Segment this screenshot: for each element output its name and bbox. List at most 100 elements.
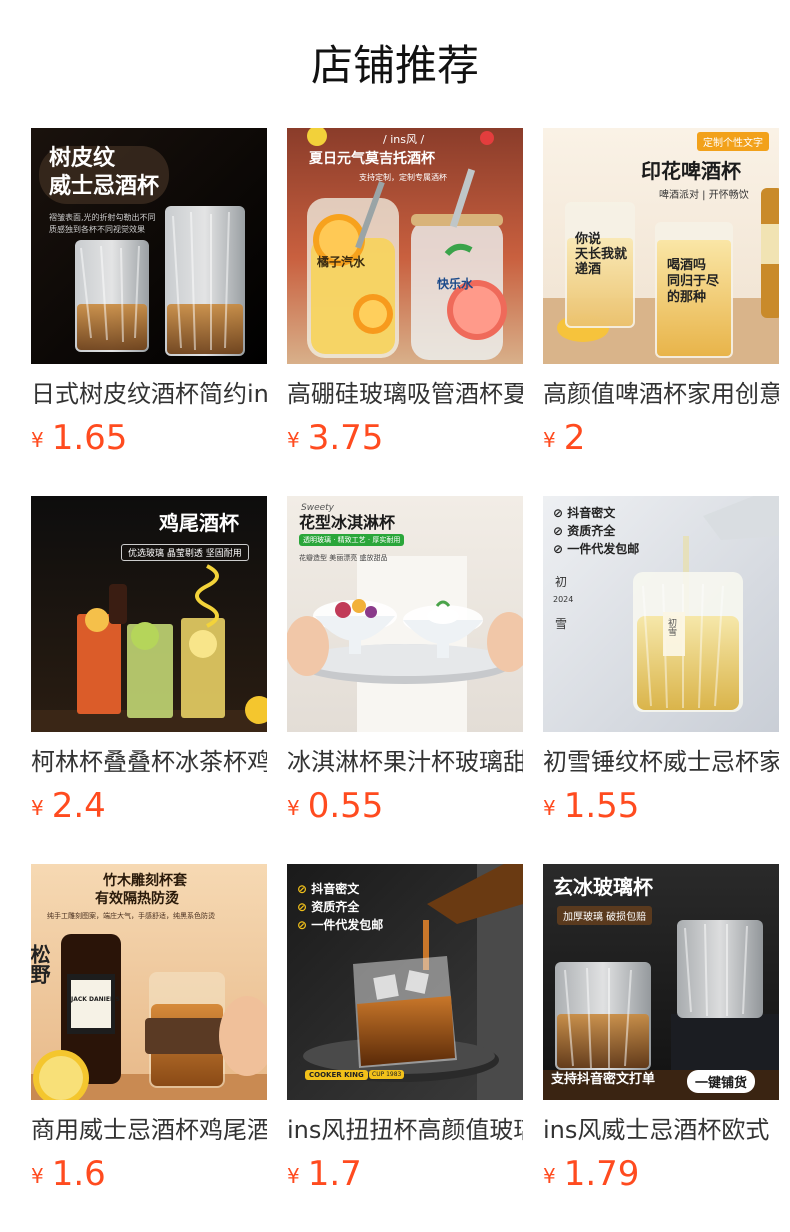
image-title-line-1: 树皮纹	[49, 146, 116, 171]
product-card-8[interactable]: ⊘ 抖音密文 ⊘ 资质齐全 ⊘ 一件代发包邮 COOKER KING CUP 1…	[287, 864, 523, 1194]
currency-symbol: ¥	[543, 796, 556, 820]
check-list: ⊘ 抖音密文 ⊘ 资质齐全 ⊘ 一件代发包邮	[553, 504, 639, 558]
product-image-1[interactable]: 树皮纹 威士忌酒杯 褶皱表面,光的折射勾勒出不同 质感独到各杯不同视觉效果	[31, 128, 267, 364]
check-circle-icon: ⊘	[553, 542, 564, 556]
cup-text-right: 喝酒吗 同归于尽 的那种	[667, 258, 720, 305]
product-card-4[interactable]: 鸡尾酒杯 优选玻璃 晶莹剔透 坚固耐用 柯林杯叠叠杯冰茶杯鸡尾 ¥2.4	[31, 496, 267, 826]
product-name[interactable]: 日式树皮纹酒杯简约ins	[31, 378, 267, 410]
side-text: 初	[555, 575, 568, 589]
price-value: 1.6	[51, 1154, 106, 1194]
cup-text-left: 橘子汽水	[317, 255, 366, 269]
image-subtitle: 支持定制，定制专属酒杯	[359, 173, 447, 182]
image-title-line-2: 威士忌酒杯	[49, 174, 160, 199]
product-card-7[interactable]: 竹木雕刻杯套 有效隔热防烫 纯手工雕刻图案，端庄大气，手感舒适，纯黑系色防烫 松…	[31, 864, 267, 1194]
product-image-9[interactable]: 玄冰玻璃杯 加厚玻璃 破损包赔 支持抖音密文打单 一键铺货	[543, 864, 779, 1100]
cup-label: 初雪	[666, 618, 676, 636]
product-price: ¥1.6	[31, 1154, 106, 1194]
image-subtitle: 啤酒派对 | 开怀畅饮	[659, 190, 749, 201]
product-card-5[interactable]: Sweety 花型冰淇淋杯 透明玻璃 · 精致工艺 · 厚实耐用 花瓣造型 美丽…	[287, 496, 523, 826]
check-circle-icon: ⊘	[553, 524, 564, 538]
image-title-line-1: 竹木雕刻杯套	[103, 873, 187, 889]
price-value: 3.75	[307, 418, 384, 458]
image-subtitle: 加厚玻璃 破损包赔	[557, 906, 653, 925]
product-image-3[interactable]: 定制个性文字 印花啤酒杯 啤酒派对 | 开怀畅饮 你说 天长我就 递酒 喝酒吗 …	[543, 128, 779, 364]
product-price: ¥3.75	[287, 418, 383, 458]
product-image-6[interactable]: ⊘ 抖音密文 ⊘ 资质齐全 ⊘ 一件代发包邮 初 2024 雪 初雪	[543, 496, 779, 732]
price-value: 2.4	[51, 786, 106, 826]
image-title: 印花啤酒杯	[641, 159, 741, 183]
product-card-3[interactable]: 定制个性文字 印花啤酒杯 啤酒派对 | 开怀畅饮 你说 天长我就 递酒 喝酒吗 …	[543, 128, 779, 458]
check-item-3: ⊘ 一件代发包邮	[553, 542, 640, 556]
image-caption: 花瓣造型 美丽漂亮 盛放甜品	[299, 554, 388, 562]
check-circle-icon: ⊘	[297, 918, 308, 932]
brand-badge: COOKER KING	[305, 1070, 368, 1080]
product-image-4[interactable]: 鸡尾酒杯 优选玻璃 晶莹剔透 坚固耐用	[31, 496, 267, 732]
image-title: 玄冰玻璃杯	[553, 875, 653, 899]
image-title: 夏日元气莫吉托酒杯	[309, 151, 435, 167]
currency-symbol: ¥	[31, 428, 44, 452]
currency-symbol: ¥	[31, 796, 44, 820]
product-card-2[interactable]: / ins风 / 夏日元气莫吉托酒杯 支持定制，定制专属酒杯 橘子汽水 快乐水 …	[287, 128, 523, 458]
sub-brand-badge: CUP 1983	[369, 1070, 405, 1079]
product-name[interactable]: 初雪锤纹杯威士忌杯家用	[543, 746, 779, 778]
image-title-line-2: 有效隔热防烫	[95, 891, 179, 907]
check-item-1: ⊘ 抖音密文	[553, 506, 616, 520]
year-text: 2024	[553, 595, 574, 604]
currency-symbol: ¥	[287, 796, 300, 820]
bottle-label: JACK DANIEL'S	[71, 996, 120, 1003]
image-caption: 纯手工雕刻图案，端庄大气，手感舒适，纯黑系色防烫	[47, 912, 215, 920]
side-text-2: 雪	[555, 617, 568, 631]
image-tag: / ins风 /	[383, 133, 425, 146]
product-price: ¥1.55	[543, 786, 639, 826]
product-card-9[interactable]: 玄冰玻璃杯 加厚玻璃 破损包赔 支持抖音密文打单 一键铺货 ins风威士忌酒杯欧…	[543, 864, 779, 1194]
image-caption: 褶皱表面,光的折射勾勒出不同 质感独到各杯不同视觉效果	[49, 213, 156, 234]
product-price: ¥0.55	[287, 786, 383, 826]
image-title: 花型冰淇淋杯	[299, 513, 396, 532]
check-item-3: ⊘ 一件代发包邮	[297, 918, 384, 932]
check-item-2: ⊘ 资质齐全	[297, 900, 360, 914]
page-title: 店铺推荐	[310, 41, 479, 90]
banner-left-text: 支持抖音密文打单	[551, 1072, 656, 1087]
currency-symbol: ¥	[543, 428, 556, 452]
side-text: 松野	[31, 944, 51, 984]
product-name[interactable]: 商用威士忌酒杯鸡尾酒杯	[31, 1114, 267, 1146]
product-image-5[interactable]: Sweety 花型冰淇淋杯 透明玻璃 · 精致工艺 · 厚实耐用 花瓣造型 美丽…	[287, 496, 523, 732]
check-item-2: ⊘ 资质齐全	[553, 524, 616, 538]
product-name[interactable]: 高硼硅玻璃吸管酒杯夏日	[287, 378, 523, 410]
product-name[interactable]: ins风扭扭杯高颜值玻璃	[287, 1114, 523, 1146]
currency-symbol: ¥	[287, 428, 300, 452]
product-image-7[interactable]: 竹木雕刻杯套 有效隔热防烫 纯手工雕刻图案，端庄大气，手感舒适，纯黑系色防烫 松…	[31, 864, 267, 1100]
price-value: 1.55	[563, 786, 640, 826]
product-name[interactable]: 柯林杯叠叠杯冰茶杯鸡尾	[31, 746, 267, 778]
price-value: 2	[563, 418, 586, 458]
product-name[interactable]: 高颜值啤酒杯家用创意	[543, 378, 779, 410]
product-price: ¥2.4	[31, 786, 106, 826]
product-price: ¥1.65	[31, 418, 127, 458]
image-subtitle: 透明玻璃 · 精致工艺 · 厚实耐用	[299, 534, 405, 546]
product-image-2[interactable]: / ins风 / 夏日元气莫吉托酒杯 支持定制，定制专属酒杯 橘子汽水 快乐水	[287, 128, 523, 364]
one-click-button[interactable]: 一键铺货	[687, 1070, 756, 1093]
product-price: ¥1.79	[543, 1154, 639, 1194]
currency-symbol: ¥	[287, 1164, 300, 1188]
product-name[interactable]: ins风威士忌酒杯欧式	[543, 1114, 779, 1146]
check-circle-icon: ⊘	[297, 882, 308, 896]
currency-symbol: ¥	[31, 1164, 44, 1188]
cup-text-left: 你说 天长我就 递酒	[575, 232, 628, 277]
product-price: ¥1.7	[287, 1154, 362, 1194]
cup-text-right: 快乐水	[437, 277, 474, 291]
check-item-1: ⊘ 抖音密文	[297, 882, 360, 896]
image-subtitle: 优选玻璃 晶莹剔透 坚固耐用	[121, 544, 249, 561]
product-card-6[interactable]: ⊘ 抖音密文 ⊘ 资质齐全 ⊘ 一件代发包邮 初 2024 雪 初雪 初雪锤纹杯…	[543, 496, 779, 826]
check-circle-icon: ⊘	[297, 900, 308, 914]
product-name[interactable]: 冰淇淋杯果汁杯玻璃甜品	[287, 746, 523, 778]
price-value: 1.7	[307, 1154, 362, 1194]
check-list: ⊘ 抖音密文 ⊘ 资质齐全 ⊘ 一件代发包邮	[297, 880, 383, 934]
price-value: 0.55	[307, 786, 384, 826]
price-value: 1.79	[563, 1154, 640, 1194]
currency-symbol: ¥	[543, 1164, 556, 1188]
product-image-8[interactable]: ⊘ 抖音密文 ⊘ 资质齐全 ⊘ 一件代发包邮 COOKER KING CUP 1…	[287, 864, 523, 1100]
product-price: ¥2	[543, 418, 585, 458]
image-badge: 定制个性文字	[697, 132, 769, 151]
check-circle-icon: ⊘	[553, 506, 564, 520]
product-card-1[interactable]: 树皮纹 威士忌酒杯 褶皱表面,光的折射勾勒出不同 质感独到各杯不同视觉效果 日式…	[31, 128, 267, 458]
